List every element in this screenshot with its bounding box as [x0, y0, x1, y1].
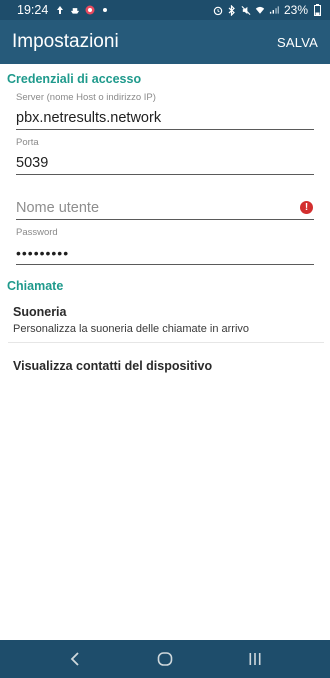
save-button[interactable]: SALVA: [277, 35, 318, 50]
recents-button[interactable]: [235, 644, 275, 674]
record-icon: [85, 5, 95, 15]
section-header-calls: Chiamate: [7, 279, 64, 293]
divider: [8, 342, 324, 343]
alarm-icon: [213, 5, 223, 15]
status-right: 23%: [213, 3, 322, 17]
battery-icon: [312, 4, 322, 16]
server-field[interactable]: pbx.netresults.network: [16, 106, 314, 130]
dot-icon: [100, 5, 110, 15]
page-title: Impostazioni: [12, 31, 119, 52]
ringtone-summary: Personalizza la suoneria delle chiamate …: [13, 323, 250, 335]
home-icon: [157, 652, 173, 666]
username-field[interactable]: Nome utente !: [16, 196, 314, 220]
status-left: 19:24: [17, 3, 110, 17]
username-placeholder: Nome utente: [16, 199, 100, 216]
password-field[interactable]: •••••••••: [16, 241, 314, 265]
show-device-contacts-setting[interactable]: Visualizza contatti del dispositivo: [13, 359, 323, 373]
ringtone-setting[interactable]: Suoneria Personalizza la suoneria delle …: [13, 305, 323, 335]
home-button[interactable]: [145, 644, 185, 674]
upload-icon: [55, 5, 65, 15]
battery-level: 23%: [283, 3, 308, 17]
back-icon: [70, 652, 79, 666]
recents-icon: [249, 653, 261, 665]
mute-icon: [241, 5, 251, 15]
port-field[interactable]: 5039: [16, 151, 314, 175]
port-label: Porta: [16, 137, 39, 148]
back-button[interactable]: [55, 644, 95, 674]
password-value: •••••••••: [16, 244, 70, 261]
server-label: Server (nome Host o indirizzo IP): [16, 92, 156, 103]
status-bar: 19:24 23%: [0, 0, 330, 20]
navigation-bar: [0, 640, 330, 678]
bluetooth-icon: [227, 4, 237, 16]
app-bar: Impostazioni SALVA: [0, 20, 330, 64]
wifi-icon: [255, 5, 265, 15]
password-label: Password: [16, 227, 58, 238]
server-value: pbx.netresults.network: [16, 109, 162, 126]
status-time: 19:24: [17, 3, 49, 17]
ship-icon: [70, 5, 80, 15]
error-icon: !: [300, 201, 313, 214]
ringtone-title: Suoneria: [13, 305, 67, 319]
port-value: 5039: [16, 154, 49, 171]
contacts-title: Visualizza contatti del dispositivo: [13, 359, 213, 373]
section-header-credentials: Credenziali di accesso: [7, 72, 142, 86]
signal-icon: [269, 5, 279, 15]
